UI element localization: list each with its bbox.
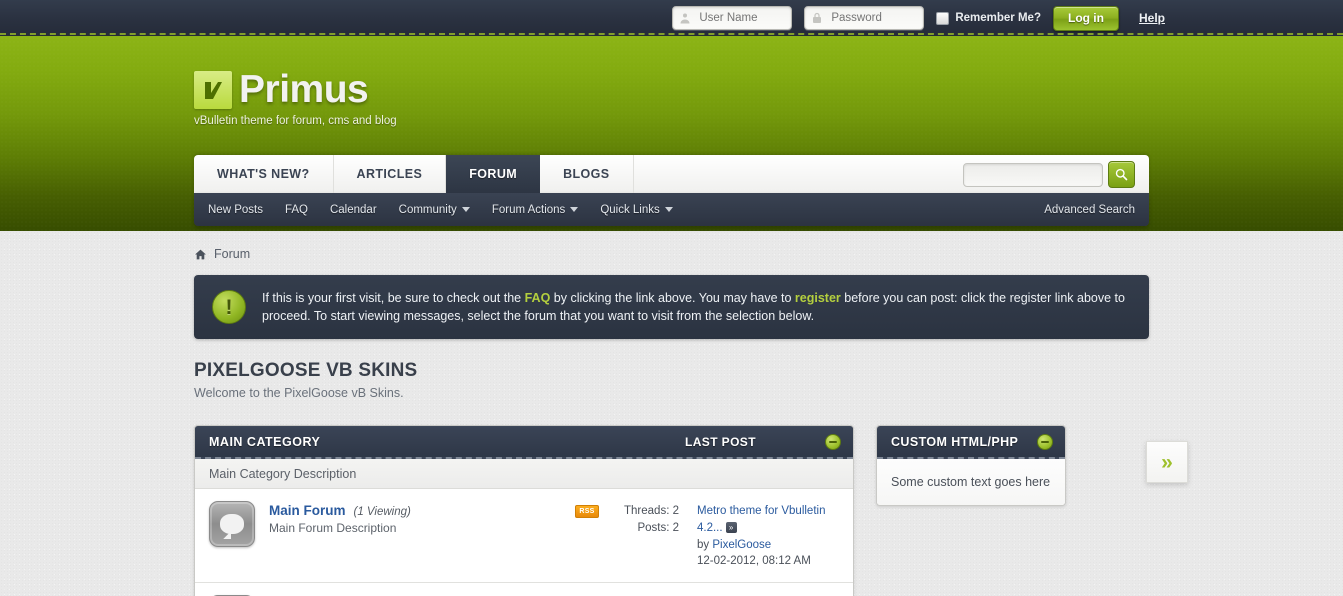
custom-html-module: CUSTOM HTML/PHP Some custom text goes he… [876, 425, 1066, 507]
tab-forum[interactable]: FORUM [446, 155, 541, 193]
forum-title-link[interactable]: Main Forum [269, 503, 346, 518]
goto-last-post-icon[interactable]: » [725, 522, 737, 534]
password-field-wrapper[interactable] [804, 6, 925, 30]
checkmark-logo-icon [194, 70, 232, 109]
subnav-item-new-posts[interactable]: New Posts [208, 204, 263, 216]
threads-count: Threads: 2 [624, 505, 679, 518]
page-content: Forum ! If this is your first visit, be … [194, 231, 1188, 596]
last-post-cell: Metro theme for Vbulletin 4.2...» by Pix… [679, 501, 839, 570]
subnav-item-forum-actions[interactable]: Forum Actions [492, 204, 579, 216]
advanced-search-label: Advanced Search [1044, 203, 1135, 216]
forum-viewing-count: (1 Viewing) [353, 506, 411, 519]
last-post-column-header: LAST POST [685, 434, 756, 449]
tab-articles[interactable]: ARTICLES [334, 155, 447, 193]
search-input[interactable] [963, 162, 1103, 187]
search-box [963, 161, 1135, 188]
subnav-item-community[interactable]: Community [399, 204, 470, 216]
forum-description: Main Forum Description [269, 521, 397, 536]
user-icon [680, 13, 690, 24]
subnav-label: Forum Actions [491, 203, 566, 216]
notice-part1: If this is your first visit, be sure to … [262, 291, 525, 305]
forum-stats: Threads: 2 Posts: 2 [607, 501, 679, 536]
subnav-item-quick-links[interactable]: Quick Links [600, 203, 673, 216]
header-banner: Primus vBulletin theme for forum, cms an… [0, 36, 1343, 231]
sidebar-module-body: Some custom text goes here [877, 459, 1065, 506]
remember-me-checkbox[interactable] [936, 11, 950, 25]
register-link[interactable]: register [795, 291, 841, 305]
subnav-label: Community [398, 203, 457, 216]
tab-blogs[interactable]: BLOGS [540, 155, 634, 193]
forum-row[interactable]: Suggestions and Feedback Suggestions and… [195, 582, 853, 596]
sidebar-column: CUSTOM HTML/PHP Some custom text goes he… [876, 425, 1066, 596]
welcome-notice: ! If this is your first visit, be sure t… [194, 275, 1149, 340]
sidebar-module-header: CUSTOM HTML/PHP [877, 426, 1065, 460]
subnav-item-calendar[interactable]: Calendar [330, 204, 377, 216]
username-input[interactable] [697, 11, 792, 25]
chevron-down-icon [461, 207, 470, 212]
help-link[interactable]: Help [1139, 11, 1165, 25]
subnav-label: Calendar [329, 203, 377, 216]
chevron-down-icon [664, 207, 673, 212]
category-description: Main Category Description [195, 459, 853, 490]
forum-list-column: MAIN CATEGORY LAST POST Main Category De… [194, 425, 854, 596]
forum-bubble-icon [209, 501, 255, 548]
last-post-date: 12-02-2012, 08:12 AM [697, 555, 811, 568]
main-navigation: WHAT'S NEW? ARTICLES FORUM BLOGS New Pos… [194, 155, 1149, 226]
last-post-by-prefix: by [697, 538, 713, 551]
faq-link[interactable]: FAQ [525, 291, 551, 305]
exclamation-icon: ! [212, 290, 246, 325]
subnav-item-faq[interactable]: FAQ [285, 204, 308, 216]
tab-whats-new[interactable]: WHAT'S NEW? [194, 155, 334, 193]
chevron-down-icon [570, 207, 579, 212]
category-block: MAIN CATEGORY LAST POST Main Category De… [194, 425, 854, 596]
content-columns: MAIN CATEGORY LAST POST Main Category De… [194, 425, 1149, 596]
remember-me-wrapper[interactable]: Remember Me? [936, 11, 1041, 25]
home-icon[interactable] [194, 248, 207, 261]
sub-navigation: New Posts FAQ Calendar Community Forum A… [194, 193, 1149, 226]
sidebar-module-title: CUSTOM HTML/PHP [891, 434, 1019, 449]
last-post-author-link[interactable]: PixelGoose [712, 539, 771, 551]
page-title: PIXELGOOSE VB SKINS [194, 360, 418, 382]
tab-bar: WHAT'S NEW? ARTICLES FORUM BLOGS [194, 155, 1149, 193]
breadcrumb-label[interactable]: Forum [214, 247, 250, 261]
double-chevron-right-icon: » [1161, 450, 1173, 474]
password-input[interactable] [829, 11, 924, 25]
rss-cell: RSS [567, 501, 607, 519]
sidebar-collapse-button[interactable] [1037, 433, 1053, 450]
rss-icon[interactable]: RSS [575, 505, 599, 519]
page-subtitle: Welcome to the PixelGoose vB Skins. [194, 386, 404, 401]
notice-text: If this is your first visit, be sure to … [262, 289, 1131, 325]
forum-row[interactable]: Main Forum (1 Viewing) Main Forum Descri… [195, 489, 853, 583]
search-icon [1115, 168, 1128, 181]
site-name: Primus [239, 68, 369, 111]
category-header: MAIN CATEGORY LAST POST [195, 426, 853, 460]
last-post-title-link[interactable]: Metro theme for Vbulletin 4.2... [697, 505, 825, 534]
top-login-bar: Remember Me? Log in Help [0, 0, 1343, 36]
subnav-label: Quick Links [600, 203, 660, 216]
site-tagline: vBulletin theme for forum, cms and blog [194, 115, 397, 127]
advanced-search-link[interactable]: Advanced Search [1044, 204, 1135, 216]
posts-count: Posts: 2 [637, 521, 679, 534]
notice-part2: by clicking the link above. You may have… [550, 291, 795, 305]
sidebar-toggle-button[interactable]: » [1146, 441, 1188, 483]
search-button[interactable] [1108, 161, 1135, 188]
remember-me-label: Remember Me? [955, 12, 1041, 24]
category-title: MAIN CATEGORY [209, 434, 321, 449]
category-collapse-button[interactable] [825, 433, 841, 450]
site-logo[interactable]: Primus vBulletin theme for forum, cms an… [194, 70, 397, 127]
breadcrumb: Forum [194, 231, 1149, 275]
subnav-label: New Posts [208, 203, 263, 216]
login-button[interactable]: Log in [1052, 5, 1119, 31]
lock-icon [813, 12, 822, 23]
username-field-wrapper[interactable] [672, 6, 793, 30]
subnav-label: FAQ [284, 203, 308, 216]
